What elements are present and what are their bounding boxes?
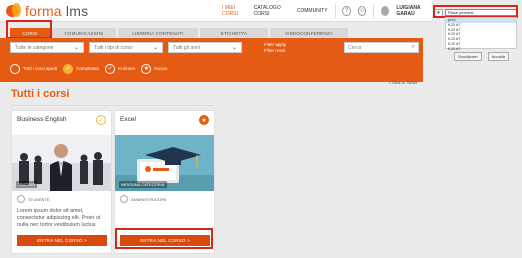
filter-reset-link[interactable]: Filter reset — [264, 48, 286, 54]
logo-suffix: lms — [65, 3, 89, 19]
completed-check-icon: ✓ — [96, 115, 106, 125]
top-nav: I MIEI CORSI CATALOGO CORSI COMMUNITY ? … — [222, 0, 432, 22]
help-icon[interactable]: ? — [342, 6, 351, 16]
year-select[interactable]: Tutti gli anni ⌄ — [168, 42, 242, 53]
dropdown-cancel-button[interactable]: Annulla — [487, 52, 509, 61]
year-select-value: Tutti gli anni — [173, 44, 200, 51]
course-type-select-value: Tutti i tipi di corso — [94, 44, 133, 51]
category-select-value: Tutte le categorie — [15, 44, 54, 51]
course-type-select[interactable]: Tutti i tipi di corso ⌄ — [89, 42, 163, 53]
enter-button-highlight-box — [115, 228, 213, 249]
nav-my-courses[interactable]: I MIEI CORSI — [222, 5, 247, 17]
enter-course-button[interactable]: ENTRA NEL CORSO > — [17, 235, 107, 246]
status-label: Completato — [76, 66, 100, 71]
user-role-icon — [17, 195, 25, 203]
forma-lms-logo[interactable]: forma lms — [6, 2, 88, 20]
status-in-progress[interactable]: ✓ In itinere — [105, 63, 136, 74]
course-image[interactable]: TESTING — [12, 135, 111, 191]
course-card: Business English ✓ TESTING STUDENTE Lore… — [11, 110, 112, 254]
tab-comunicazioni[interactable]: COMUNICAZIONI — [52, 28, 116, 38]
search-input[interactable]: Cerca ⌕ — [344, 42, 419, 53]
page: forma lms I MIEI CORSI CATALOGO CORSI CO… — [0, 0, 522, 258]
user-name[interactable]: LUIGIANA GARAU — [396, 5, 432, 17]
page-title: Tutti i corsi — [11, 88, 70, 100]
dropdown-confirm-button[interactable]: Scrolldown — [454, 52, 482, 61]
nav-divider — [334, 4, 336, 18]
chevron-down-icon: ⌄ — [152, 45, 158, 51]
search-icon[interactable]: ⌕ — [412, 44, 415, 51]
search-placeholder: Cerca — [348, 44, 362, 51]
dropdown-options-list: pre1 KJ3 #7 KJ3 #7 KJ3 #7 KJ3 #7 KJ3 #7 … — [445, 17, 517, 52]
title-divider — [11, 105, 213, 106]
course-image[interactable]: NESSUNA CATEGORIA — [115, 135, 214, 191]
nav-divider — [373, 4, 375, 18]
nav-community[interactable]: COMMUNITY — [297, 8, 328, 14]
logo-text: forma — [25, 3, 62, 19]
tab-libreria-contenuti[interactable]: LIBRERIA CONTENUTI — [118, 28, 198, 38]
filter-links: Filter apply Filter reset — [264, 42, 286, 54]
category-select[interactable]: Tutte le categorie ⌄ — [10, 42, 84, 53]
status-filters: Tutti i corsi aperti ✓ Completato ✓ In i… — [10, 63, 167, 74]
course-title[interactable]: Business English — [17, 116, 67, 123]
chevron-down-icon: ⌄ — [73, 45, 79, 51]
enrollment-role: STUDENTE — [17, 195, 50, 203]
star-icon: ★ — [141, 63, 152, 74]
status-all-open[interactable]: Tutti i corsi aperti — [10, 63, 58, 74]
nav-course-catalog[interactable]: CATALOGO CORSI — [254, 5, 290, 17]
admin-role-icon — [120, 195, 128, 203]
dropdown-option[interactable]: KJ3 #7 — [446, 46, 516, 52]
status-label: Tutti i corsi aperti — [23, 66, 58, 71]
section-tabs: CORSI COMUNICAZIONI LIBRERIA CONTENUTI E… — [0, 28, 432, 38]
chevron-down-icon: ⌄ — [231, 45, 237, 51]
tab-highlight-box — [6, 20, 52, 39]
avatar[interactable] — [381, 6, 390, 16]
category-tag: TESTING — [16, 181, 38, 188]
logo-icon — [6, 3, 22, 19]
dropdown-actions: Scrolldown Annulla — [454, 52, 509, 61]
circle-icon — [10, 63, 20, 74]
check-icon: ✓ — [105, 63, 116, 74]
top-header: forma lms I MIEI CORSI CATALOGO CORSI CO… — [0, 0, 432, 22]
status-new[interactable]: ★ Nuovo — [141, 63, 168, 74]
notifications-icon[interactable]: ☺ — [357, 6, 367, 16]
tab-etichetta[interactable]: ETICHETTA — [200, 28, 268, 38]
back-link[interactable]: « back to Tablet — [389, 80, 417, 85]
check-icon: ✓ — [63, 63, 74, 74]
course-title[interactable]: Excel — [120, 116, 136, 123]
role-label: AMMINISTRATORE — [131, 196, 167, 202]
enrollment-role: AMMINISTRATORE — [120, 195, 167, 203]
category-tag: NESSUNA CATEGORIA — [119, 181, 167, 188]
status-label: In itinere — [118, 66, 136, 71]
status-label: Nuovo — [154, 66, 168, 71]
new-star-icon: ★ — [199, 115, 209, 125]
status-completed[interactable]: ✓ Completato — [63, 63, 100, 74]
tab-videoconferenza[interactable]: VIDEOCONFERENZA — [270, 28, 348, 38]
filter-bar: Tutte le categorie ⌄ Tutti i tipi di cor… — [0, 38, 423, 82]
role-label: STUDENTE — [28, 196, 50, 202]
course-description: Lorem ipsum dolor sit amet, consectetur … — [17, 208, 101, 228]
